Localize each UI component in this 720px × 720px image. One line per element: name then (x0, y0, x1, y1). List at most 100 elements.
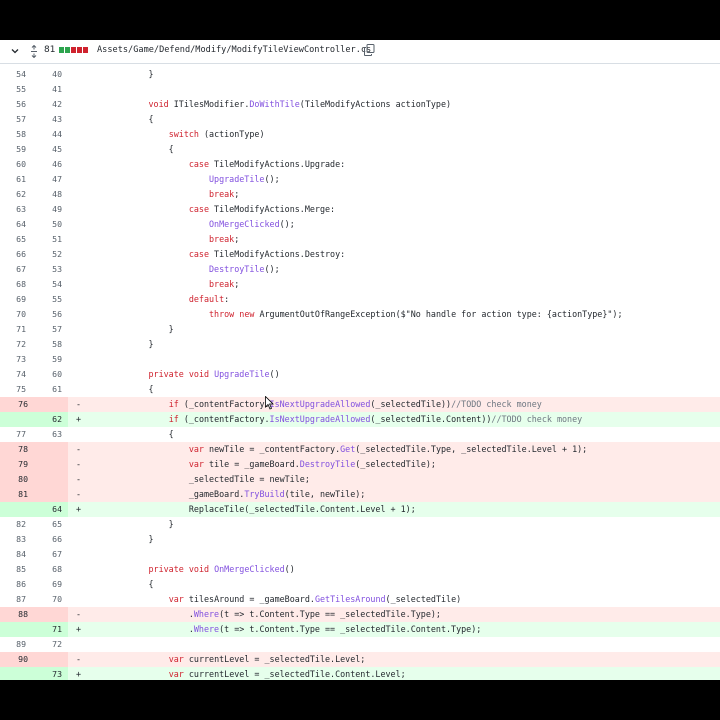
old-line-number[interactable]: 74 (0, 367, 26, 382)
old-line-number[interactable]: 85 (0, 562, 26, 577)
old-line-number[interactable]: 87 (0, 592, 26, 607)
old-line-number[interactable]: 78 (0, 442, 28, 457)
context-line[interactable]: 89 72 (0, 637, 720, 652)
context-line[interactable]: 67 53 DestroyTile(); (0, 262, 720, 277)
added-line[interactable]: 71 + .Where(t => t.Content.Type == _selec… (0, 622, 720, 637)
new-line-number[interactable]: 46 (36, 157, 62, 172)
new-line-number[interactable]: 66 (36, 532, 62, 547)
new-line-number[interactable]: 68 (36, 562, 62, 577)
context-line[interactable]: 56 42 void ITilesModifier.DoWithTile(Tile… (0, 97, 720, 112)
old-line-number[interactable]: 68 (0, 277, 26, 292)
old-line-number[interactable]: 83 (0, 532, 26, 547)
old-line-number[interactable]: 69 (0, 292, 26, 307)
new-line-number[interactable]: 52 (36, 247, 62, 262)
new-line-number[interactable]: 49 (36, 202, 62, 217)
deleted-line[interactable]: 79 - var tile = _gameBoard.DestroyTile(_s… (0, 457, 720, 472)
added-line[interactable]: 64 + ReplaceTile(_selectedTile.Content.Le… (0, 502, 720, 517)
context-line[interactable]: 84 67 (0, 547, 720, 562)
old-line-number[interactable]: 80 (0, 472, 28, 487)
old-line-number[interactable]: 75 (0, 382, 26, 397)
context-line[interactable]: 69 55 default: (0, 292, 720, 307)
context-line[interactable]: 62 48 break; (0, 187, 720, 202)
context-line[interactable]: 60 46 case TileModifyActions.Upgrade: (0, 157, 720, 172)
context-line[interactable]: 74 60 private void UpgradeTile() (0, 367, 720, 382)
context-line[interactable]: 73 59 (0, 352, 720, 367)
new-line-number[interactable]: 53 (36, 262, 62, 277)
old-line-number[interactable]: 72 (0, 337, 26, 352)
new-line-number[interactable]: 42 (36, 97, 62, 112)
copy-icon[interactable] (364, 44, 375, 56)
old-line-number[interactable]: 88 (0, 607, 28, 622)
context-line[interactable]: 58 44 switch (actionType) (0, 127, 720, 142)
file-path[interactable]: Assets/Game/Defend/Modify/ModifyTileView… (97, 45, 371, 55)
old-line-number[interactable]: 65 (0, 232, 26, 247)
new-line-number[interactable]: 71 (34, 622, 62, 637)
old-line-number[interactable]: 71 (0, 322, 26, 337)
old-line-number[interactable]: 59 (0, 142, 26, 157)
context-line[interactable]: 72 58 } (0, 337, 720, 352)
new-line-number[interactable]: 44 (36, 127, 62, 142)
new-line-number[interactable]: 67 (36, 547, 62, 562)
new-line-number[interactable]: 55 (36, 292, 62, 307)
old-line-number[interactable]: 76 (0, 397, 28, 412)
old-line-number[interactable]: 62 (0, 187, 26, 202)
new-line-number[interactable]: 73 (34, 667, 62, 680)
new-line-number[interactable]: 41 (36, 82, 62, 97)
context-line[interactable]: 66 52 case TileModifyActions.Destroy: (0, 247, 720, 262)
chevron-down-icon[interactable] (10, 46, 20, 56)
new-line-number[interactable]: 65 (36, 517, 62, 532)
new-line-number[interactable]: 58 (36, 337, 62, 352)
deleted-line[interactable]: 81 - _gameBoard.TryBuild(tile, newTile); (0, 487, 720, 502)
expand-icon[interactable] (30, 45, 38, 58)
new-line-number[interactable]: 63 (36, 427, 62, 442)
context-line[interactable]: 54 40 } (0, 67, 720, 82)
context-line[interactable]: 70 56 throw new ArgumentOutOfRangeExcepti… (0, 307, 720, 322)
new-line-number[interactable]: 64 (34, 502, 62, 517)
old-line-number[interactable]: 82 (0, 517, 26, 532)
new-line-number[interactable]: 50 (36, 217, 62, 232)
old-line-number[interactable]: 70 (0, 307, 26, 322)
added-line[interactable]: 62 + if (_contentFactory.IsNextUpgradeAll… (0, 412, 720, 427)
old-line-number[interactable]: 64 (0, 217, 26, 232)
new-line-number[interactable]: 45 (36, 142, 62, 157)
new-line-number[interactable]: 60 (36, 367, 62, 382)
deleted-line[interactable]: 80 - _selectedTile = newTile; (0, 472, 720, 487)
context-line[interactable]: 83 66 } (0, 532, 720, 547)
context-line[interactable]: 87 70 var tilesAround = _gameBoard.GetTil… (0, 592, 720, 607)
old-line-number[interactable]: 61 (0, 172, 26, 187)
new-line-number[interactable]: 47 (36, 172, 62, 187)
old-line-number[interactable]: 63 (0, 202, 26, 217)
deleted-line[interactable]: 76 - if (_contentFactory.IsNextUpgradeAll… (0, 397, 720, 412)
old-line-number[interactable]: 79 (0, 457, 28, 472)
old-line-number[interactable]: 60 (0, 157, 26, 172)
added-line[interactable]: 73 + var currentLevel = _selectedTile.Con… (0, 667, 720, 680)
old-line-number[interactable]: 67 (0, 262, 26, 277)
new-line-number[interactable]: 56 (36, 307, 62, 322)
context-line[interactable]: 63 49 case TileModifyActions.Merge: (0, 202, 720, 217)
new-line-number[interactable]: 51 (36, 232, 62, 247)
old-line-number[interactable]: 57 (0, 112, 26, 127)
new-line-number[interactable]: 72 (36, 637, 62, 652)
old-line-number[interactable]: 77 (0, 427, 26, 442)
new-line-number[interactable]: 48 (36, 187, 62, 202)
old-line-number[interactable]: 73 (0, 352, 26, 367)
old-line-number[interactable]: 54 (0, 67, 26, 82)
new-line-number[interactable]: 62 (34, 412, 62, 427)
old-line-number[interactable]: 56 (0, 97, 26, 112)
old-line-number[interactable]: 90 (0, 652, 28, 667)
old-line-number[interactable]: 86 (0, 577, 26, 592)
context-line[interactable]: 61 47 UpgradeTile(); (0, 172, 720, 187)
context-line[interactable]: 68 54 break; (0, 277, 720, 292)
context-line[interactable]: 77 63 { (0, 427, 720, 442)
new-line-number[interactable]: 40 (36, 67, 62, 82)
new-line-number[interactable]: 69 (36, 577, 62, 592)
context-line[interactable]: 75 61 { (0, 382, 720, 397)
context-line[interactable]: 82 65 } (0, 517, 720, 532)
deleted-line[interactable]: 78 - var newTile = _contentFactory.Get(_s… (0, 442, 720, 457)
deleted-line[interactable]: 90 - var currentLevel = _selectedTile.Lev… (0, 652, 720, 667)
context-line[interactable]: 57 43 { (0, 112, 720, 127)
new-line-number[interactable]: 61 (36, 382, 62, 397)
deleted-line[interactable]: 88 - .Where(t => t.Content.Type == _selec… (0, 607, 720, 622)
new-line-number[interactable]: 54 (36, 277, 62, 292)
context-line[interactable]: 64 50 OnMergeClicked(); (0, 217, 720, 232)
